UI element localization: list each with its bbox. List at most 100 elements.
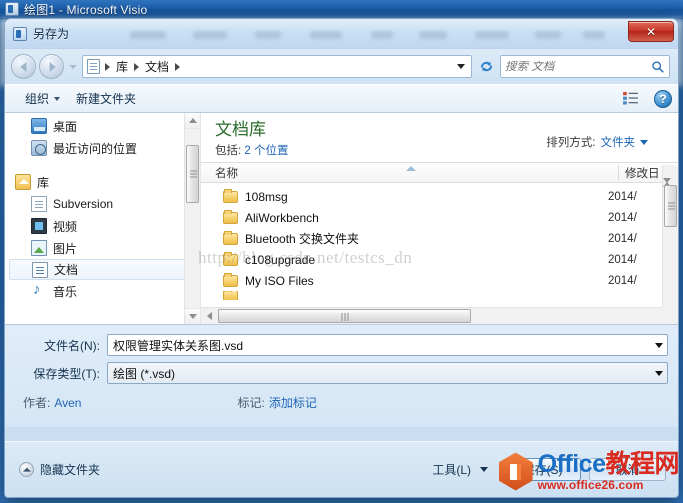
ghost-text-4 [310, 31, 342, 39]
folder-icon [223, 272, 238, 287]
arrange-value[interactable]: 文件夹 [601, 134, 636, 150]
folder-icon [223, 188, 238, 203]
includes-prefix: 包括: [215, 145, 242, 157]
forward-button[interactable] [39, 54, 64, 79]
filelist-vertical-scrollbar[interactable] [662, 165, 678, 307]
sidebar-scroll-up-button[interactable] [185, 113, 200, 129]
arrange-label: 排列方式: [546, 137, 596, 149]
author-value[interactable]: Aven [54, 396, 81, 410]
chevron-down-icon [480, 467, 488, 472]
file-name-label: Bluetooth 交换文件夹 [245, 232, 360, 246]
filelist-scroll-thumb[interactable] [664, 185, 677, 227]
filelist-horizontal-scrollbar[interactable] [201, 307, 678, 324]
ghost-text-2 [193, 31, 227, 39]
file-row[interactable]: 108msg 2014/ [201, 186, 662, 207]
help-button[interactable]: ? [654, 89, 672, 108]
ghost-text-8 [535, 31, 561, 39]
search-box[interactable] [500, 55, 670, 78]
file-date-cell: 2014/ [608, 253, 637, 266]
back-button[interactable] [11, 54, 36, 79]
filetype-row: 保存类型(T): 绘图 (*.vsd) [15, 362, 668, 384]
breadcrumb-item-0[interactable]: 库 [115, 58, 129, 75]
breadcrumb-item-1[interactable]: 文档 [144, 58, 170, 75]
chevron-down-icon [640, 139, 648, 145]
file-name-label: AliWorkbench [245, 210, 319, 225]
sidebar-item-Subversion[interactable]: Subversion [5, 193, 200, 215]
address-history-dropdown[interactable] [453, 56, 469, 77]
filename-combobox[interactable]: 权限管理实体关系图.vsd [107, 334, 668, 356]
subversion-icon [31, 196, 47, 212]
ghost-text-7 [475, 31, 509, 39]
file-name-label: My ISO Files [245, 273, 314, 288]
file-row[interactable]: c108upgrade 2014/ [201, 249, 662, 270]
chevron-right-icon [134, 62, 140, 71]
sidebar-item-label: 文档 [54, 263, 79, 277]
arrange-by-control[interactable]: 排列方式: 文件夹 [546, 120, 666, 150]
horizontal-scroll-thumb[interactable] [218, 308, 471, 323]
file-row[interactable]: AliWorkbench 2014/ [201, 207, 662, 228]
cancel-button[interactable]: 取消 [589, 458, 666, 481]
file-date-cell: 2014/ [608, 274, 637, 287]
visio-app-icon [5, 2, 19, 16]
view-layout-icon [623, 92, 638, 105]
file-row[interactable]: My ISO Files 2014/ [201, 270, 662, 291]
change-view-button[interactable] [618, 89, 647, 108]
filetype-combobox[interactable]: 绘图 (*.vsd) [107, 362, 668, 384]
organize-button[interactable]: 组织 [17, 87, 68, 110]
file-row-partial[interactable] [201, 291, 662, 300]
sidebar-item-label: 最近访问的位置 [53, 141, 138, 156]
column-name-label: 名称 [215, 167, 238, 180]
file-date-cell: 2014/ [608, 211, 637, 224]
sidebar-item-label: Subversion [53, 197, 114, 211]
file-row[interactable]: Bluetooth 交换文件夹 2014/ [201, 228, 662, 249]
tools-button[interactable]: 工具(L) [426, 457, 494, 482]
sidebar-scroll-down-button[interactable] [185, 308, 200, 324]
address-bar[interactable]: 库 文档 [82, 55, 472, 78]
file-name-cell [201, 291, 602, 300]
horizontal-scroll-track[interactable] [218, 308, 661, 325]
filename-input[interactable]: 权限管理实体关系图.vsd [108, 337, 650, 354]
sidebar-item-最近访问的位置[interactable]: 最近访问的位置 [5, 137, 200, 159]
video-icon [31, 218, 47, 234]
sidebar-item-库[interactable]: 库 [5, 171, 200, 193]
file-list-panel: 文档库 包括: 2 个位置 排列方式: 文件夹 名称 修改日 108msg 20… [201, 113, 678, 324]
sidebar-item-音乐[interactable]: 音乐 [5, 280, 200, 302]
dialog-body: 桌面最近访问的位置库 Subversion 视频图片文档音乐 文档库 包括: 2 个… [5, 113, 678, 325]
hide-folders-button[interactable]: 隐藏文件夹 [19, 461, 100, 478]
sidebar-scroll-thumb[interactable] [186, 145, 199, 203]
filelist-scroll-left-button[interactable] [201, 308, 218, 325]
file-name-cell: Bluetooth 交换文件夹 [201, 230, 602, 247]
ghost-text-3 [255, 31, 281, 39]
document-icon [32, 261, 48, 278]
search-input[interactable] [505, 60, 651, 73]
library-title: 文档库 [215, 120, 266, 139]
sidebar-item-文档[interactable]: 文档 [9, 259, 194, 280]
chevron-down-icon [457, 64, 465, 69]
sidebar-item-图片[interactable]: 图片 [5, 237, 200, 259]
chevron-down-icon [654, 342, 663, 348]
sidebar-item-桌面[interactable]: 桌面 [5, 115, 200, 137]
chevron-down-icon [54, 96, 61, 101]
sidebar-item-视频[interactable]: 视频 [5, 215, 200, 237]
new-folder-button[interactable]: 新建文件夹 [68, 87, 144, 110]
desktop-icon [31, 118, 47, 134]
filename-dropdown-button[interactable] [650, 335, 667, 355]
library-header: 文档库 包括: 2 个位置 排列方式: 文件夹 [201, 113, 678, 162]
column-header-name[interactable]: 名称 [201, 165, 618, 181]
help-icon: ? [659, 91, 667, 106]
tags-group: 标记: 添加标记 [237, 394, 316, 411]
tags-value[interactable]: 添加标记 [269, 394, 317, 411]
folder-icon [223, 251, 238, 266]
history-dropdown-button[interactable] [67, 54, 79, 79]
file-name-cell: AliWorkbench [201, 209, 602, 225]
recent-places-icon [31, 140, 47, 156]
filetype-dropdown-button[interactable] [650, 363, 667, 383]
save-button[interactable]: 保存(S) [504, 458, 581, 481]
sidebar-scrollbar[interactable] [184, 113, 200, 324]
sidebar-item-label: 音乐 [53, 284, 78, 299]
includes-locations-link[interactable]: 2 个位置 [244, 145, 288, 157]
dialog-footer: 隐藏文件夹 工具(L) 保存(S) 取消 [5, 441, 678, 497]
refresh-button[interactable] [475, 55, 497, 78]
close-button[interactable]: ✕ [628, 21, 674, 42]
sidebar-list: 桌面最近访问的位置库 Subversion 视频图片文档音乐 [5, 113, 200, 302]
